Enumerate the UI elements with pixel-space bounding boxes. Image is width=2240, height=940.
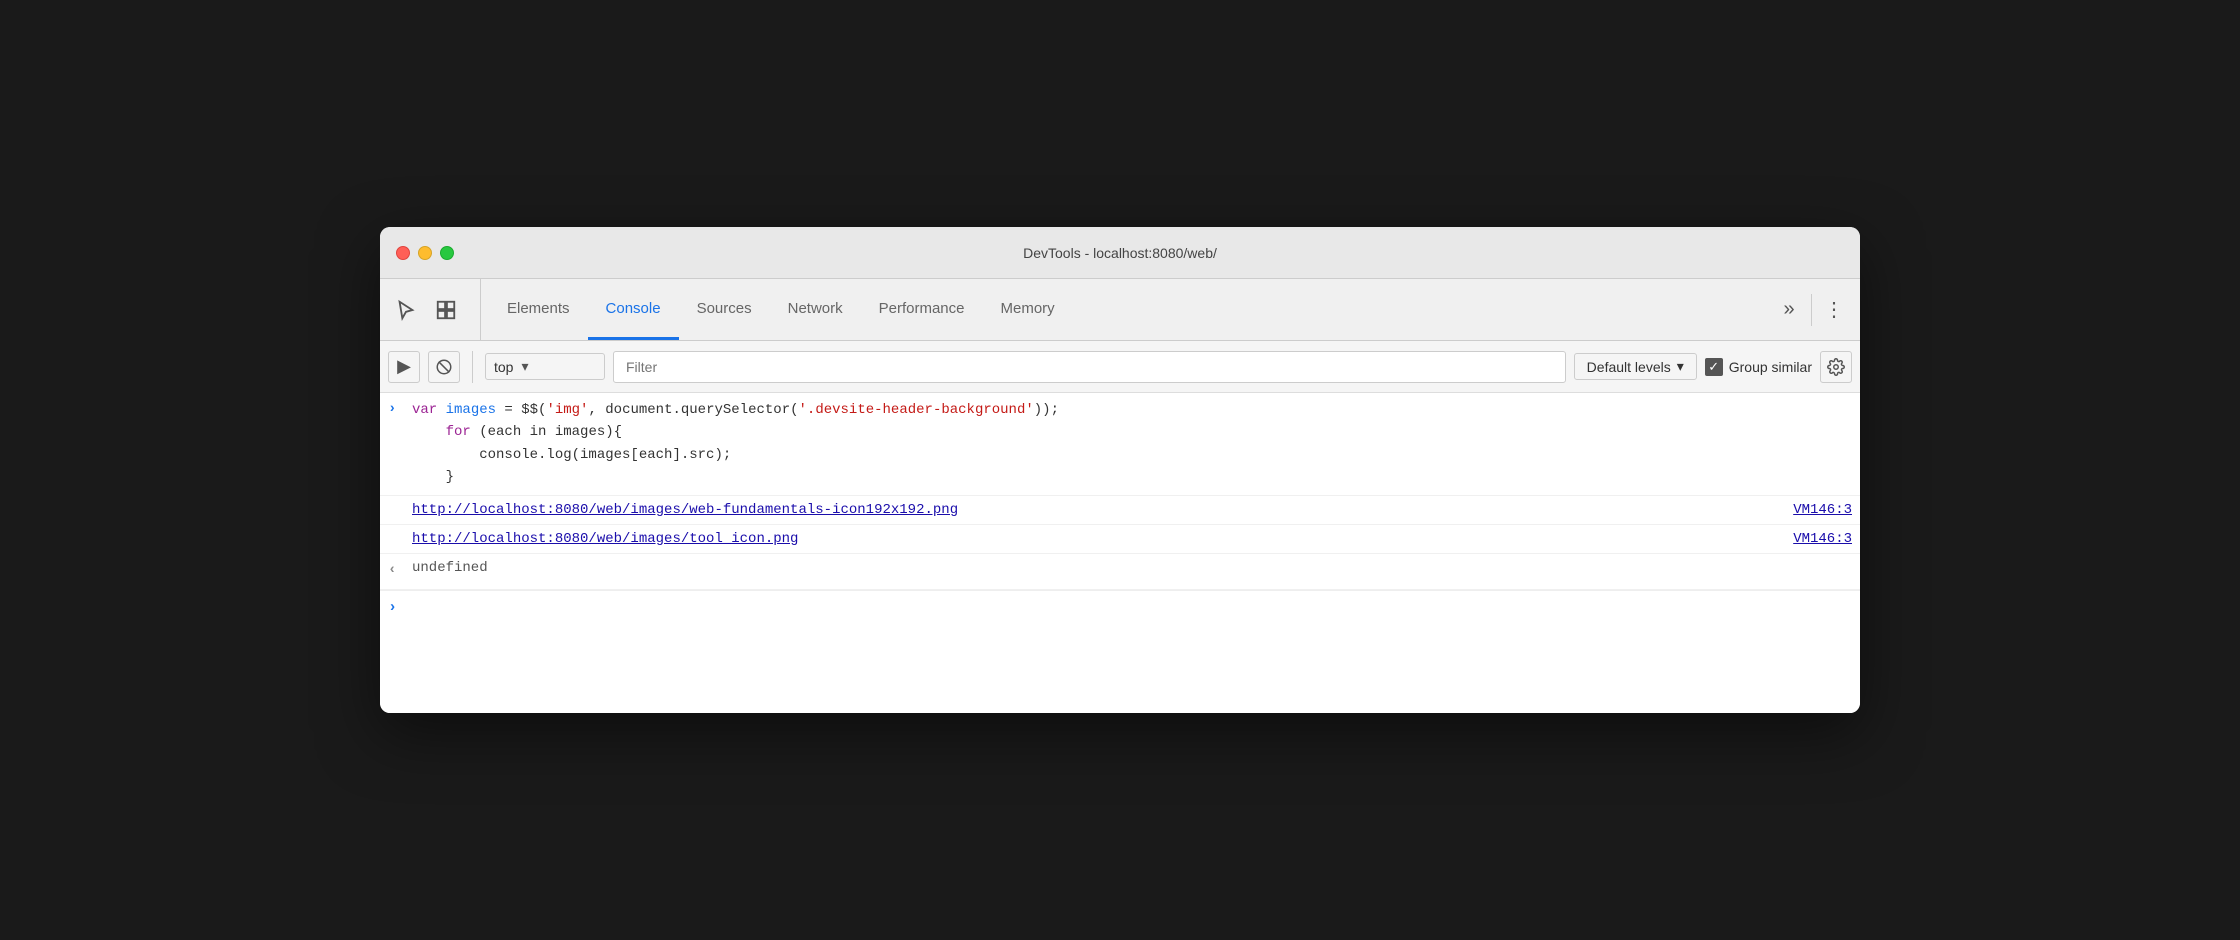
url-link-1[interactable]: http://localhost:8080/web/images/web-fun…: [412, 502, 958, 518]
console-content: › var images = $$('img', document.queryS…: [380, 393, 1860, 713]
more-tabs-button[interactable]: »: [1771, 292, 1807, 328]
vm-ref-2[interactable]: VM146:3: [1793, 531, 1852, 547]
closing-brace: }: [412, 469, 454, 485]
tab-memory[interactable]: Memory: [983, 279, 1073, 340]
undefined-entry: ‹ undefined: [380, 554, 1860, 590]
undefined-text: undefined: [412, 560, 488, 576]
console-input-entry: › var images = $$('img', document.queryS…: [380, 393, 1860, 496]
minimize-button[interactable]: [418, 246, 432, 260]
tab-icons: [388, 279, 481, 340]
title-bar: DevTools - localhost:8080/web/: [380, 227, 1860, 279]
url-result-2: http://localhost:8080/web/images/tool_ic…: [380, 525, 1860, 554]
default-levels-button[interactable]: Default levels ▾: [1574, 353, 1697, 380]
clear-console-button[interactable]: [428, 351, 460, 383]
indent2: console.log(images[each].src);: [412, 447, 731, 463]
window-title: DevTools - localhost:8080/web/: [1023, 245, 1217, 261]
for-expr: (each in images){: [471, 424, 622, 440]
var-images: images: [446, 402, 496, 418]
input-arrow: ›: [388, 401, 404, 417]
filter-input[interactable]: [613, 351, 1566, 383]
tab-sources[interactable]: Sources: [679, 279, 770, 340]
devtools-window: DevTools - localhost:8080/web/ Elements: [380, 227, 1860, 713]
console-code-block: var images = $$('img', document.querySel…: [412, 399, 1852, 489]
close-paren: ));: [1034, 402, 1059, 418]
console-prompt-row[interactable]: ›: [380, 590, 1860, 624]
url-link-2[interactable]: http://localhost:8080/web/images/tool_ic…: [412, 531, 798, 547]
maximize-button[interactable]: [440, 246, 454, 260]
prompt-arrow: ›: [388, 599, 397, 616]
vm-ref-1[interactable]: VM146:3: [1793, 502, 1852, 518]
return-arrow: ‹: [388, 562, 404, 578]
console-toolbar: ▶ top ▾ Default levels ▾ ✓ Group similar: [380, 341, 1860, 393]
keyword-for: for: [446, 424, 471, 440]
toolbar-divider-1: [472, 351, 473, 383]
tabs-bar: Elements Console Sources Network Perform…: [380, 279, 1860, 341]
group-similar-checkbox[interactable]: ✓ Group similar: [1705, 358, 1812, 376]
tab-console[interactable]: Console: [588, 279, 679, 340]
tab-performance[interactable]: Performance: [861, 279, 983, 340]
url-result-1: http://localhost:8080/web/images/web-fun…: [380, 496, 1860, 525]
checkbox-icon: ✓: [1705, 358, 1723, 376]
settings-button[interactable]: [1820, 351, 1852, 383]
equals: = $$(: [496, 402, 546, 418]
keyword-var: var: [412, 402, 446, 418]
str-selector: '.devsite-header-background': [799, 402, 1034, 418]
console-sidebar-button[interactable]: ▶: [388, 351, 420, 383]
inspect-icon-btn[interactable]: [428, 292, 464, 328]
cursor-icon-btn[interactable]: [388, 292, 424, 328]
menu-button[interactable]: ⋮: [1816, 292, 1852, 328]
indent: [412, 424, 446, 440]
comma: , document.querySelector(: [588, 402, 798, 418]
traffic-lights: [396, 246, 454, 260]
divider: [1811, 294, 1812, 326]
tab-network[interactable]: Network: [770, 279, 861, 340]
tab-elements[interactable]: Elements: [489, 279, 588, 340]
close-button[interactable]: [396, 246, 410, 260]
tabs-right: » ⋮: [1771, 279, 1852, 340]
context-selector[interactable]: top ▾: [485, 353, 605, 380]
str-img: 'img': [546, 402, 588, 418]
